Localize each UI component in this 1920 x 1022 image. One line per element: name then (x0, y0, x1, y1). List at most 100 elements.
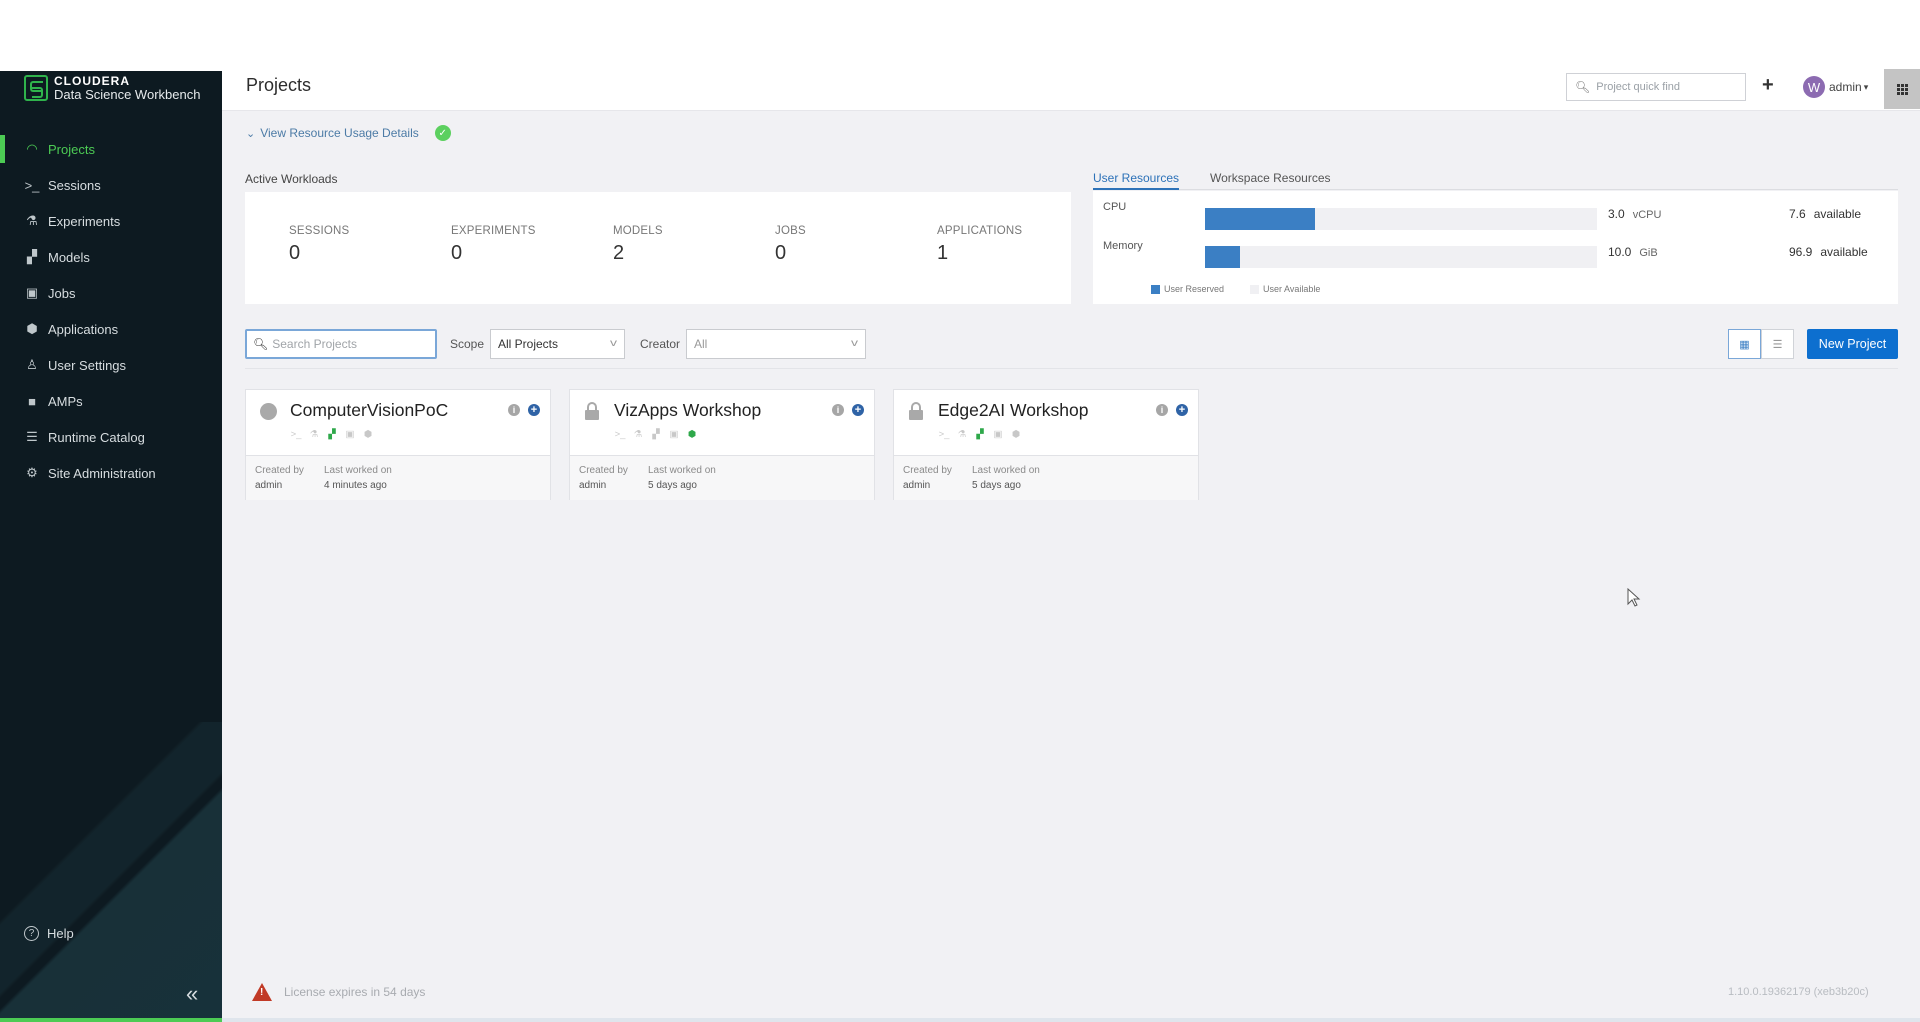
user-icon: ♙ (26, 357, 38, 372)
user-menu[interactable]: W admin ▾ (1803, 76, 1868, 98)
globe-icon (260, 403, 277, 420)
project-name[interactable]: Edge2AI Workshop (938, 400, 1088, 421)
user-name: admin (1829, 80, 1862, 94)
add-circle-icon[interactable]: + (852, 404, 864, 416)
memory-reserved-value: 10.0 GiB (1608, 245, 1658, 259)
last-worked-label: Last worked on (324, 465, 392, 476)
sidebar-item-projects[interactable]: ◠ Projects (0, 131, 222, 167)
workload-stat-jobs: JOBS 0 (775, 225, 806, 264)
tab-workspace-resources[interactable]: Workspace Resources (1210, 171, 1331, 185)
sidebar-item-jobs[interactable]: ▣ Jobs (0, 275, 222, 311)
divider (245, 368, 1898, 369)
bag-icon: ■ (28, 393, 36, 409)
sidebar-item-amps[interactable]: ■ AMPs (0, 383, 222, 419)
project-quick-find-input[interactable]: 🔍︎ Project quick find (1566, 73, 1746, 101)
info-icon[interactable]: i (1156, 404, 1168, 416)
project-name[interactable]: VizApps Workshop (614, 400, 761, 421)
models-icon: ▞ (328, 428, 336, 440)
search-projects-placeholder: Search Projects (272, 337, 357, 351)
last-worked-value: 4 minutes ago (324, 480, 387, 491)
sidebar-item-experiments[interactable]: ⚗ Experiments (0, 203, 222, 239)
add-button[interactable]: + (1762, 74, 1774, 97)
scope-label: Scope (450, 337, 485, 351)
help-label: Help (47, 926, 74, 941)
sidebar-item-models[interactable]: ▞ Models (0, 239, 222, 275)
mouse-cursor-icon (1627, 588, 1641, 607)
sidebar-item-label: AMPs (48, 393, 83, 409)
scope-value: All Projects (498, 337, 559, 351)
grid-view-icon: ▦ (1739, 338, 1750, 351)
created-by-value: admin (579, 480, 607, 491)
sidebar-item-sessions[interactable]: >_ Sessions (0, 167, 222, 203)
info-icon[interactable]: i (832, 404, 844, 416)
search-projects-input[interactable]: 🔍︎ Search Projects (245, 329, 437, 359)
resource-legend: User Reserved User Available (1151, 284, 1320, 294)
models-icon: ▞ (652, 428, 660, 440)
gauge-icon: ◠ (26, 141, 38, 156)
search-icon: 🔍︎ (1575, 80, 1591, 94)
sidebar-item-label: Models (48, 249, 90, 265)
grid-view-button[interactable]: ▦ (1728, 329, 1761, 359)
list-view-button[interactable]: ☰ (1761, 329, 1794, 359)
view-resource-usage-toggle[interactable]: ⌄ View Resource Usage Details ✓ (246, 125, 451, 141)
creator-select[interactable]: All v (686, 329, 866, 359)
legend-swatch-reserved (1151, 284, 1160, 294)
check-circle-icon: ✓ (434, 125, 451, 141)
sidebar-item-applications[interactable]: ⬢ Applications (0, 311, 222, 347)
chevron-down-icon: v (851, 338, 858, 349)
project-card[interactable]: VizApps Workshop i + >_ ⚗ ▞ ▣ ⬢ Created … (569, 389, 875, 500)
resource-usage-label: View Resource Usage Details (260, 126, 419, 140)
license-warning-text: License expires in 54 days (284, 985, 426, 999)
list-icon: ☰ (26, 429, 38, 444)
sidebar-item-runtime-catalog[interactable]: ☰ Runtime Catalog (0, 419, 222, 455)
sidebar-item-help[interactable]: ? Help (24, 926, 74, 941)
terminal-icon: >_ (290, 428, 302, 440)
sidebar-item-label: Experiments (48, 213, 121, 229)
workload-stat-models: MODELS 2 (613, 225, 663, 264)
project-name[interactable]: ComputerVisionPoC (290, 400, 448, 421)
applications-icon: ⬢ (26, 321, 38, 336)
flask-icon: ⚗ (26, 213, 38, 228)
add-circle-icon[interactable]: + (528, 404, 540, 416)
sidebar-item-user-settings[interactable]: ♙ User Settings (0, 347, 222, 383)
scope-select[interactable]: All Projects v (490, 329, 625, 359)
brand-logo-link[interactable]: CLOUDERA Data Science Workbench (24, 71, 200, 105)
created-by-value: admin (255, 480, 283, 491)
sidebar-item-label: Runtime Catalog (48, 429, 145, 445)
add-circle-icon[interactable]: + (1176, 404, 1188, 416)
app-launcher-button[interactable] (1884, 69, 1920, 109)
project-workload-icons: >_ ⚗ ▞ ▣ ⬢ (614, 428, 698, 440)
cloudera-logo-icon (24, 75, 48, 101)
creator-label: Creator (640, 337, 681, 351)
project-card[interactable]: Edge2AI Workshop i + >_ ⚗ ▞ ▣ ⬢ Created … (893, 389, 1199, 500)
brand-name: CLOUDERA (54, 74, 130, 88)
created-by-label: Created by (903, 465, 952, 476)
flask-icon: ⚗ (633, 428, 643, 440)
active-workloads-panel: SESSIONS 0 EXPERIMENTS 0 MODELS 2 JOBS 0… (245, 192, 1071, 304)
legend-label-reserved: User Reserved (1164, 284, 1225, 294)
grid-icon (1896, 83, 1908, 95)
terminal-icon: >_ (938, 428, 950, 440)
lock-icon (584, 402, 601, 420)
legend-label-available: User Available (1263, 284, 1321, 294)
project-workload-icons: >_ ⚗ ▞ ▣ ⬢ (290, 428, 374, 440)
chevron-down-icon: v (610, 338, 617, 349)
project-card[interactable]: ComputerVisionPoC i + >_ ⚗ ▞ ▣ ⬢ Created… (245, 389, 551, 500)
applications-icon: ⬢ (1011, 428, 1021, 440)
sidebar-item-site-administration[interactable]: ⚙ Site Administration (0, 455, 222, 491)
page-title: Projects (246, 75, 312, 95)
memory-available-value: 96.9 available (1789, 245, 1868, 259)
new-project-button[interactable]: New Project (1807, 329, 1898, 359)
view-mode-toggle: ▦ ☰ (1728, 329, 1794, 359)
collapse-sidebar-button[interactable]: « (186, 981, 198, 1007)
brand-product: Data Science Workbench (54, 87, 201, 102)
tab-user-resources[interactable]: User Resources (1093, 171, 1180, 190)
license-warning: ! License expires in 54 days (252, 983, 425, 1001)
cpu-usage-bar (1205, 208, 1597, 230)
browser-top-band (0, 0, 1920, 71)
chevron-down-icon: ⌄ (246, 127, 256, 140)
sidebar-item-label: Site Administration (48, 465, 156, 481)
briefcase-icon: ▣ (345, 428, 355, 440)
info-icon[interactable]: i (508, 404, 520, 416)
list-view-icon: ☰ (1772, 338, 1783, 351)
